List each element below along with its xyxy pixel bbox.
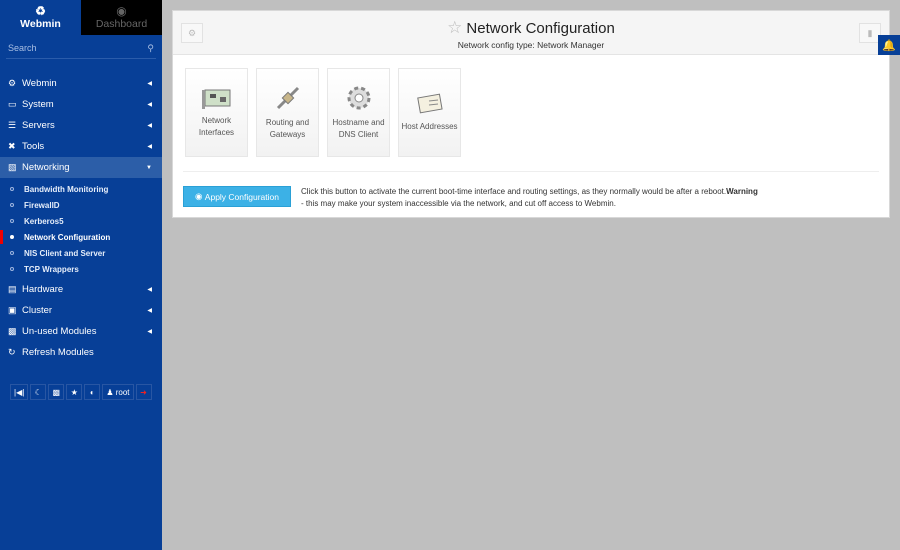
- gear-icon: ⚙: [8, 78, 17, 88]
- bullet-icon: [10, 267, 14, 271]
- puzzle-icon: ▩: [8, 326, 17, 336]
- moon-icon[interactable]: ☾: [30, 384, 47, 400]
- sidebar-subitem[interactable]: Bandwidth Monitoring: [0, 181, 162, 197]
- main-panel: ⚙ ☆ Network Configuration Network config …: [172, 10, 890, 218]
- tile-routing-gateways[interactable]: Routing and Gateways: [256, 68, 319, 157]
- sidebar-subitem[interactable]: TCP Wrappers: [0, 261, 162, 277]
- bullet-icon: [10, 203, 14, 207]
- bullet-icon: [10, 187, 14, 191]
- bullet-icon: [10, 235, 14, 239]
- sidebar-subitem[interactable]: FirewallD: [0, 197, 162, 213]
- chevron-left-icon: ◀: [147, 81, 152, 87]
- page-subtitle: Network config type: Network Manager: [457, 40, 605, 50]
- gear-large-icon: [347, 86, 370, 109]
- sidebar-toolbar: |◀| ☾ ▩ ★ ◐ ♟ root ➜: [10, 384, 152, 400]
- book-icon: ▮: [867, 27, 873, 38]
- palette-icon[interactable]: ◐: [84, 384, 101, 400]
- webmin-logo-icon: ♻: [35, 4, 46, 18]
- favorite-star-icon[interactable]: ☆: [447, 18, 462, 37]
- chevron-left-icon: ◀: [147, 102, 152, 108]
- gear-icon: ⚙: [187, 27, 197, 38]
- search-icon: ⚲: [147, 43, 154, 53]
- chevron-left-icon: ◀: [147, 144, 152, 150]
- notifications-bell-icon[interactable]: 🔔: [878, 35, 900, 55]
- sidebar-item-cluster[interactable]: ▣ Cluster ◀: [0, 300, 162, 321]
- sidebar-item-hardware[interactable]: ▤ Hardware ◀: [0, 279, 162, 300]
- chevron-left-icon: ◀: [147, 329, 152, 335]
- tab-dashboard[interactable]: ◉ Dashboard: [81, 0, 162, 35]
- chevron-left-icon: ◀: [147, 308, 152, 314]
- divider: [183, 171, 879, 172]
- check-circle-icon: ◉: [195, 191, 205, 201]
- collapse-sidebar-icon[interactable]: |◀|: [10, 384, 29, 400]
- page-title: Network Configuration: [466, 20, 615, 37]
- sidebar-item-refresh-modules[interactable]: ↻ Refresh Modules: [0, 342, 162, 363]
- network-card-icon: [201, 89, 230, 109]
- network-icon: ▧: [8, 162, 17, 172]
- tab-webmin[interactable]: ♻ Webmin: [0, 0, 81, 35]
- user-button[interactable]: ♟ root: [102, 384, 134, 400]
- dashboard-gauge-icon: ◉: [116, 4, 127, 18]
- wrench-icon: ✖: [8, 141, 16, 151]
- cluster-icon: ▣: [8, 305, 17, 315]
- laptop-icon: ▭: [8, 99, 17, 109]
- chevron-left-icon: ◀: [147, 287, 152, 293]
- tile-host-addresses[interactable]: Host Addresses: [398, 68, 461, 157]
- chevron-down-icon: ▼: [146, 164, 152, 171]
- module-config-button[interactable]: ⚙: [181, 23, 203, 43]
- sidebar: ♻ Webmin ◉ Dashboard Search ⚲ ⚙ Webmin ◀ ▭ Sys…: [0, 0, 162, 550]
- sidebar-item-unused-modules[interactable]: ▩ Un-used Modules ◀: [0, 321, 162, 342]
- sidebar-item-networking[interactable]: ▧ Networking ▼: [0, 157, 162, 178]
- bullet-icon: [10, 219, 14, 223]
- refresh-icon: ↻: [8, 347, 16, 357]
- search-input[interactable]: Search ⚲: [6, 41, 156, 59]
- sidebar-subitem-active[interactable]: Network Configuration: [0, 229, 162, 245]
- address-card-icon: [416, 93, 443, 113]
- server-icon: ☰: [8, 120, 17, 130]
- user-icon: ♟: [106, 387, 116, 397]
- apply-description: Click this button to activate the curren…: [301, 187, 758, 208]
- sidebar-subitem[interactable]: Kerberos5: [0, 213, 162, 229]
- sidebar-item-tools[interactable]: ✖ Tools ◀: [0, 136, 162, 157]
- tile-hostname-dns[interactable]: Hostname and DNS Client: [327, 68, 390, 157]
- sidebar-item-webmin[interactable]: ⚙ Webmin ◀: [0, 73, 162, 94]
- hdd-icon: ▤: [8, 284, 17, 294]
- sidebar-subitem[interactable]: NIS Client and Server: [0, 245, 162, 261]
- sidebar-item-system[interactable]: ▭ System ◀: [0, 94, 162, 115]
- logout-icon[interactable]: ➜: [135, 384, 152, 400]
- sidebar-item-servers[interactable]: ☰ Servers ◀: [0, 115, 162, 136]
- star-icon[interactable]: ★: [66, 384, 83, 400]
- cable-connector-icon: [276, 86, 299, 109]
- bullet-icon: [10, 251, 14, 255]
- chevron-left-icon: ◀: [147, 123, 152, 129]
- tile-network-interfaces[interactable]: Network Interfaces: [185, 68, 248, 157]
- apply-configuration-button[interactable]: ◉ Apply Configuration: [183, 186, 291, 207]
- terminal-icon[interactable]: ▩: [48, 384, 65, 400]
